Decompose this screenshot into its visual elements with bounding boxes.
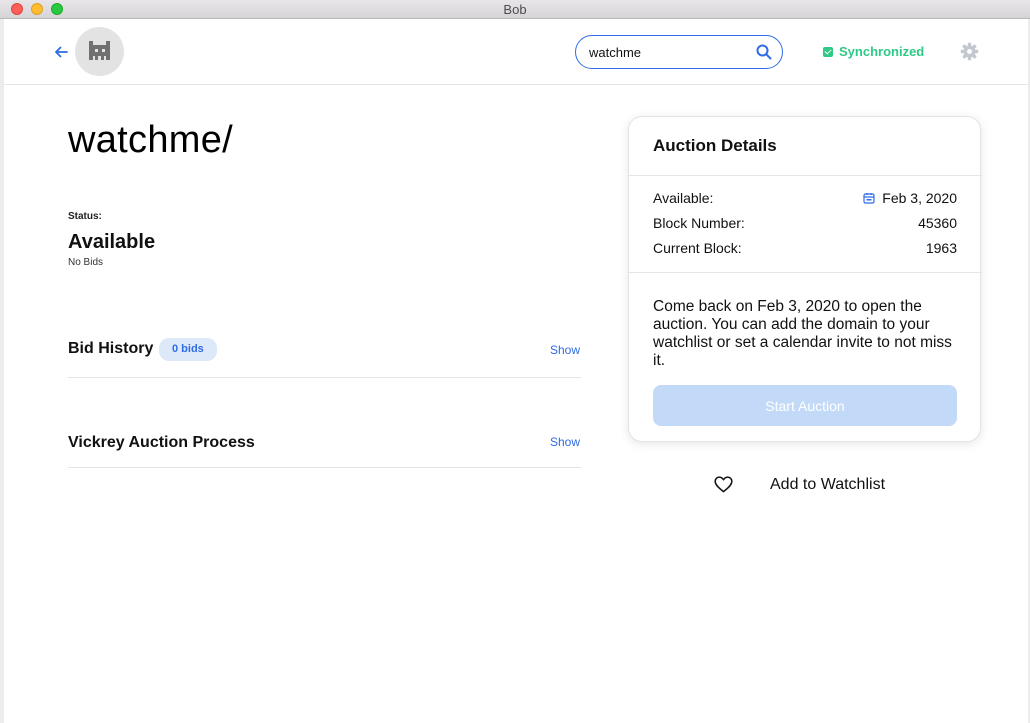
account-avatar[interactable]: [75, 27, 124, 76]
status-label: Status:: [68, 211, 102, 222]
window-title: Bob: [503, 2, 527, 17]
status-value: Available: [68, 231, 156, 253]
search-icon[interactable]: [756, 44, 772, 60]
check-icon: [823, 47, 833, 57]
current-block-label: Current Block:: [653, 240, 742, 256]
back-arrow-icon[interactable]: [52, 43, 70, 61]
bid-history-title: Bid History: [68, 340, 154, 357]
domain-title: watchme/: [68, 119, 234, 161]
window-titlebar: Bob: [0, 0, 1030, 19]
heart-icon: [714, 476, 733, 493]
divider: [629, 175, 982, 176]
vickrey-title: Vickrey Auction Process: [68, 434, 255, 451]
app-window: Synchronized watchme/ Status: Available …: [4, 19, 1028, 723]
auction-details-card: Auction Details Available: Feb 3, 2020 B…: [628, 116, 982, 442]
vickrey-section: Vickrey Auction Process Show: [68, 426, 581, 468]
available-row: Available: Feb 3, 2020: [653, 190, 957, 208]
block-number-row: Block Number: 45360: [653, 215, 957, 233]
available-date: Feb 3, 2020: [882, 190, 957, 206]
current-block-value: 1963: [925, 240, 957, 256]
divider: [629, 272, 982, 273]
start-auction-button[interactable]: Start Auction: [653, 385, 957, 426]
current-block-row: Current Block: 1963: [653, 240, 957, 258]
available-label: Available:: [653, 190, 714, 206]
bid-history-section: Bid History 0 bids Show: [68, 333, 581, 378]
block-number-value: 45360: [918, 215, 957, 231]
add-to-watchlist-label: Add to Watchlist: [770, 476, 886, 493]
vickrey-show-link[interactable]: Show: [550, 435, 580, 449]
gear-icon[interactable]: [960, 42, 979, 61]
search-input[interactable]: [589, 43, 749, 61]
calendar-icon: [863, 193, 875, 204]
bid-count-badge: 0 bids: [159, 338, 217, 361]
auction-details-title: Auction Details: [653, 136, 777, 155]
sync-status-text: Synchronized: [839, 44, 925, 59]
status-subtext: No Bids: [68, 257, 104, 268]
sync-status: Synchronized: [823, 44, 924, 59]
block-number-label: Block Number:: [653, 215, 745, 231]
top-header: Synchronized: [4, 19, 1028, 85]
search-bar[interactable]: [575, 35, 783, 69]
auction-message: Come back on Feb 3, 2020 to open the auc…: [653, 298, 952, 369]
bid-history-show-link[interactable]: Show: [550, 343, 580, 357]
pixel-cat-icon: [89, 41, 110, 60]
